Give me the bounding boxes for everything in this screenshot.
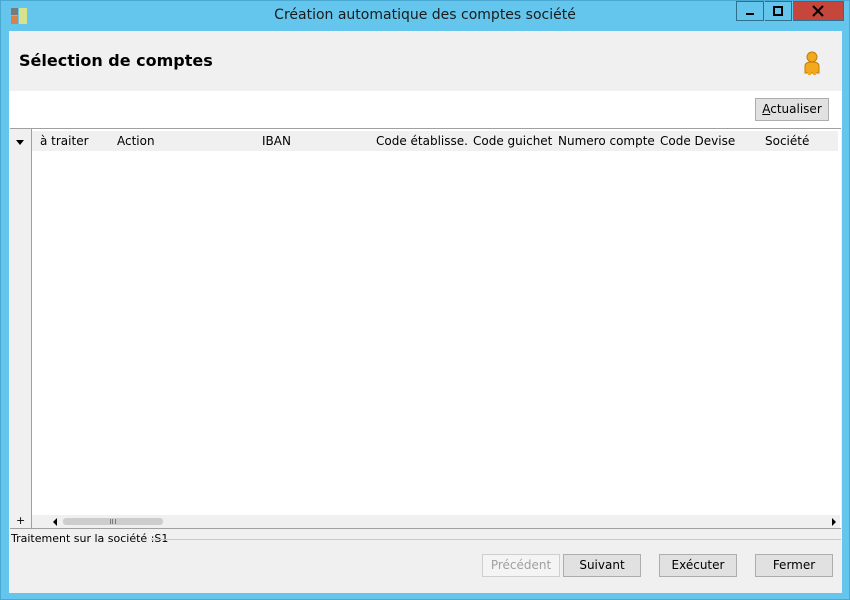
column-header-code-guichet[interactable]: Code guichet	[473, 134, 553, 148]
close-dialog-button[interactable]: Fermer	[755, 554, 833, 577]
scrollbar-thumb[interactable]	[63, 518, 163, 525]
toolbar	[9, 91, 842, 128]
grid-header: à traiter Action IBAN Code établisse... …	[32, 131, 838, 151]
next-button[interactable]: Suivant	[563, 554, 641, 577]
row-selector-column	[10, 129, 32, 528]
column-header-action[interactable]: Action	[117, 134, 247, 148]
column-header-numero-compte[interactable]: Numero compte	[558, 134, 656, 148]
scroll-left-icon[interactable]	[53, 518, 57, 526]
refresh-button-label: ctualiser	[770, 102, 822, 116]
window-title: Création automatique des comptes société	[274, 7, 576, 23]
column-menu-icon[interactable]	[16, 140, 24, 145]
minimize-icon	[746, 13, 754, 15]
column-header-code-devise[interactable]: Code Devise	[660, 134, 752, 148]
previous-button[interactable]: Précédent	[482, 554, 560, 577]
maximize-icon	[773, 6, 783, 16]
column-header-a-traiter[interactable]: à traiter	[40, 134, 110, 148]
title-bar[interactable]: Création automatique des comptes société	[1, 1, 849, 31]
application-window: Création automatique des comptes société…	[0, 0, 850, 600]
refresh-button[interactable]: Actualiser	[755, 98, 829, 121]
header-panel: Sélection de comptes	[9, 31, 842, 91]
column-header-code-etablissement[interactable]: Code établisse...	[376, 134, 468, 148]
column-header-iban[interactable]: IBAN	[262, 134, 372, 148]
dialog-body: Sélection de comptes Actualiser à traite…	[9, 31, 842, 593]
close-button[interactable]	[793, 1, 844, 21]
maximize-button[interactable]	[765, 1, 792, 21]
scroll-right-icon[interactable]	[832, 518, 836, 526]
horizontal-scrollbar[interactable]: +	[16, 514, 840, 528]
status-divider	[151, 539, 841, 540]
user-icon	[804, 51, 820, 75]
column-header-societe[interactable]: Société	[765, 134, 835, 148]
page-title: Sélection de comptes	[19, 51, 213, 70]
status-text: Traitement sur la société :S1	[11, 532, 169, 545]
accounts-grid[interactable]: à traiter Action IBAN Code établisse... …	[10, 128, 841, 529]
execute-button[interactable]: Exécuter	[659, 554, 737, 577]
add-row-icon[interactable]: +	[16, 514, 25, 527]
close-icon	[812, 5, 824, 17]
minimize-button[interactable]	[736, 1, 764, 21]
